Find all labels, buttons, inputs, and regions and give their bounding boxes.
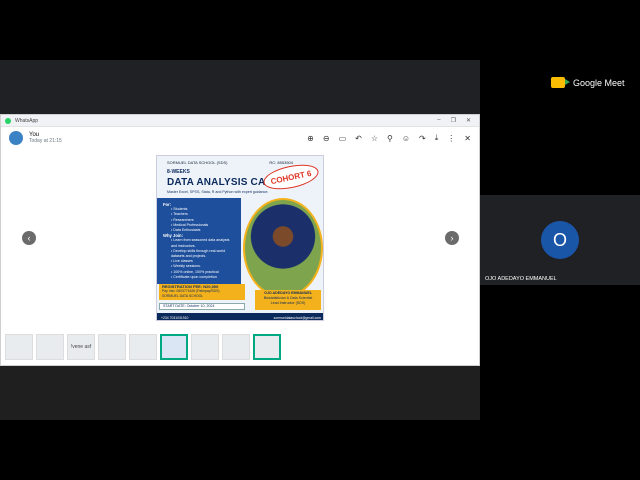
poster-subtitle: Master Excel, SPSS, Stata, R and Python … bbox=[167, 190, 269, 194]
star-icon[interactable]: ☆ bbox=[371, 134, 378, 143]
media-thumbnail[interactable] bbox=[129, 334, 157, 360]
avatar bbox=[9, 131, 23, 145]
close-icon[interactable]: ✕ bbox=[464, 134, 471, 143]
media-thumbnail[interactable] bbox=[191, 334, 219, 360]
instructor-photo bbox=[243, 198, 323, 298]
list-item: Develop skills through real-world datase… bbox=[171, 249, 235, 259]
window-titlebar: WhatsApp – ❐ ✕ bbox=[1, 115, 479, 127]
list-item: Learn from seasoned data analysts and in… bbox=[171, 238, 235, 248]
meet-screen: Google Meet WhatsApp – ❐ ✕ You Today at … bbox=[0, 0, 640, 480]
minimize-button[interactable]: – bbox=[437, 117, 440, 124]
media-thumbnail-selected[interactable] bbox=[253, 334, 281, 360]
share-top-band bbox=[0, 60, 480, 114]
poster-info-box: For: Students Teachers Researchers Medic… bbox=[157, 198, 241, 284]
forward-icon[interactable]: ↷ bbox=[419, 134, 426, 143]
poster-phone: +234 7031031910 bbox=[161, 315, 189, 320]
zoom-out-icon[interactable]: ⊖ bbox=[323, 134, 330, 143]
screen-share-area: WhatsApp – ❐ ✕ You Today at 21:15 ⊕ ⊖ ▭ … bbox=[0, 60, 480, 420]
media-thumbnail-strip: !vene asf bbox=[1, 333, 481, 361]
media-thumbnail[interactable] bbox=[222, 334, 250, 360]
viewer-toolbar: ⊕ ⊖ ▭ ↶ ☆ ⚲ ☺ ↷ ⤓ ⋮ ✕ bbox=[307, 133, 471, 143]
media-viewer-bar: You Today at 21:15 ⊕ ⊖ ▭ ↶ ☆ ⚲ ☺ ↷ ⤓ ⋮ ✕ bbox=[1, 127, 479, 149]
media-thumbnail[interactable] bbox=[36, 334, 64, 360]
poster-image: SORMUEL DATA SCHOOL (SDS) RC: 8553504 8-… bbox=[156, 155, 324, 321]
more-icon[interactable]: ⋮ bbox=[447, 134, 455, 143]
account-line: SORMUEL DATA SCHOOL bbox=[162, 293, 204, 298]
participant-avatar: O bbox=[541, 221, 579, 259]
poster-rc: RC: 8553504 bbox=[269, 160, 293, 165]
prev-media-button[interactable]: ‹ bbox=[22, 231, 36, 245]
google-meet-logo: Google Meet bbox=[551, 77, 625, 88]
cohort-stamp: COHORT 6 bbox=[261, 160, 321, 194]
media-thumbnail[interactable] bbox=[160, 334, 188, 360]
reply-icon[interactable]: ↶ bbox=[355, 134, 362, 143]
poster-footer: +234 7031031910 sormueldataschool@gmail.… bbox=[157, 313, 323, 320]
participant-name: OJO ADEDAYO EMMANUEL bbox=[485, 276, 557, 282]
registration-box: REGISTRATION FEE: N20,000 Pay Into: 0603… bbox=[159, 284, 245, 300]
meet-camera-icon bbox=[551, 77, 570, 88]
participant-tile[interactable]: O OJO ADEDAYO EMMANUEL bbox=[480, 195, 640, 285]
poster-email: sormueldataschool@gmail.com bbox=[273, 315, 321, 320]
maximize-button[interactable]: ❐ bbox=[451, 117, 456, 124]
instructor-title: Biostatistician & Data Scientist bbox=[263, 295, 313, 300]
comment-icon[interactable]: ▭ bbox=[339, 134, 347, 143]
meet-brand-label: Google Meet bbox=[573, 77, 625, 88]
sent-time: Today at 21:15 bbox=[29, 138, 62, 144]
media-thumbnail[interactable] bbox=[5, 334, 33, 360]
start-date: START DATE: October 10, 2024 bbox=[159, 303, 245, 310]
reasons-list: Learn from seasoned data analysts and in… bbox=[163, 238, 235, 280]
audience-list: Students Teachers Researchers Medical Pr… bbox=[163, 207, 235, 233]
window-title: WhatsApp bbox=[15, 117, 39, 124]
instructor-role: Lead Instructor (SDS) bbox=[270, 300, 306, 305]
poster-weeks: 8-WEEKS bbox=[167, 169, 190, 175]
download-icon[interactable]: ⤓ bbox=[435, 133, 439, 143]
poster-school: SORMUEL DATA SCHOOL (SDS) bbox=[167, 160, 228, 165]
instructor-box: OJO ADEDAYO EMMANUEL Biostatistician & D… bbox=[255, 290, 321, 310]
pin-icon[interactable]: ⚲ bbox=[387, 134, 393, 143]
whatsapp-window: WhatsApp – ❐ ✕ You Today at 21:15 ⊕ ⊖ ▭ … bbox=[0, 114, 480, 366]
whatsapp-icon bbox=[5, 117, 11, 124]
media-thumbnail[interactable] bbox=[98, 334, 126, 360]
emoji-icon[interactable]: ☺ bbox=[402, 134, 410, 143]
window-close-button[interactable]: ✕ bbox=[466, 117, 471, 124]
zoom-in-icon[interactable]: ⊕ bbox=[307, 134, 314, 143]
media-thumbnail[interactable]: !vene asf bbox=[67, 334, 95, 360]
next-media-button[interactable]: › bbox=[445, 231, 459, 245]
list-item: Certificate upon completion bbox=[171, 275, 235, 280]
